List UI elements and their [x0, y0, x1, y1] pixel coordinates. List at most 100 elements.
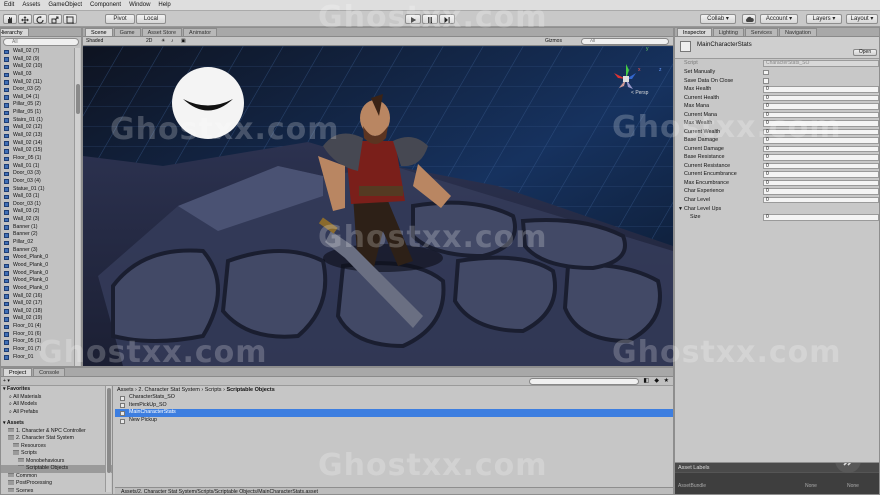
pause-button[interactable] — [422, 14, 438, 24]
hierarchy-item[interactable]: Door_03 (2) — [1, 86, 73, 94]
tab-services[interactable]: Services — [744, 28, 778, 36]
favorite-item[interactable]: ⌕ All Prefabs — [1, 409, 112, 417]
assets-header[interactable]: ▾ Assets — [1, 420, 112, 428]
hierarchy-search-input[interactable]: All — [3, 38, 79, 46]
lighting-toggle-icon[interactable]: ☀ — [161, 37, 165, 45]
move-tool-button[interactable] — [18, 14, 32, 24]
hierarchy-item[interactable]: Floor_01 (7) — [1, 346, 73, 354]
file-item[interactable]: CharacterStats_SO — [115, 394, 673, 402]
hierarchy-item[interactable]: Banner (1) — [1, 224, 73, 232]
breadcrumb-item[interactable]: Scriptable Objects — [226, 387, 274, 393]
folder-item[interactable]: Monobehaviours — [1, 457, 112, 466]
favorite-item[interactable]: ⌕ All Materials — [1, 394, 112, 402]
assetbundle-dropdown[interactable]: None — [805, 483, 817, 489]
variant-dropdown[interactable]: None — [847, 483, 859, 489]
foldout-arrow-icon[interactable]: ▼ — [678, 205, 683, 214]
menu-item-edit[interactable]: Edit — [4, 2, 14, 8]
folder-item[interactable]: Scripts — [1, 450, 112, 458]
folder-item[interactable]: Common — [1, 472, 112, 481]
field-value-input[interactable]: 0 — [763, 103, 879, 110]
menu-item-assets[interactable]: Assets — [22, 2, 40, 8]
field-value-input[interactable]: 0 — [763, 162, 879, 169]
menu-item-help[interactable]: Help — [158, 2, 170, 8]
hierarchy-item[interactable]: Banner (2) — [1, 231, 73, 239]
local-toggle[interactable]: Local — [136, 14, 166, 24]
favorite-item[interactable]: ⌕ All Models — [1, 401, 112, 409]
folder-item[interactable]: Scenes — [1, 487, 112, 495]
field-value-input[interactable]: 0 — [763, 188, 879, 195]
field-value-input[interactable]: 0 — [763, 86, 879, 93]
file-item[interactable]: MainCharacterStats — [115, 409, 673, 418]
hierarchy-item[interactable]: Floor_01 — [1, 354, 73, 362]
tab-animator[interactable]: Animator — [183, 28, 218, 36]
project-search-input[interactable] — [529, 378, 639, 385]
file-item[interactable]: New Pickup — [115, 417, 673, 425]
breadcrumb-item[interactable]: Assets — [117, 387, 134, 393]
size-field[interactable]: 0 — [763, 214, 879, 221]
cloud-button[interactable] — [742, 14, 756, 24]
rect-tool-button[interactable] — [63, 14, 77, 24]
hierarchy-item[interactable]: Wood_Plank_0 — [1, 262, 73, 270]
shading-mode-dropdown[interactable]: Shaded — [86, 37, 103, 45]
hierarchy-item[interactable]: Pillar_05 (1) — [1, 109, 73, 117]
audio-toggle-icon[interactable]: ♪ — [171, 37, 174, 45]
layout-dropdown[interactable]: Layout ▾ — [846, 14, 878, 24]
tab-inspector[interactable]: Inspector — [677, 28, 712, 36]
hierarchy-item[interactable]: Wall_04 (1) — [1, 94, 73, 102]
rotate-tool-button[interactable] — [33, 14, 47, 24]
scene-viewport[interactable]: < Persp x y z — [83, 46, 673, 366]
hierarchy-item[interactable]: Wall_02 (17) — [1, 300, 73, 308]
hierarchy-scrollbar[interactable] — [74, 48, 80, 366]
hierarchy-item[interactable]: Floor_01 (6) — [1, 331, 73, 339]
hierarchy-scroll-thumb[interactable] — [76, 84, 80, 114]
hierarchy-item[interactable]: Wall_03 (1) — [1, 193, 73, 201]
hierarchy-item[interactable]: Floor_05 (1) — [1, 338, 73, 346]
menu-item-window[interactable]: Window — [129, 2, 150, 8]
account-dropdown[interactable]: Account ▾ — [760, 14, 798, 24]
create-dropdown[interactable]: + ▾ — [3, 378, 10, 384]
menu-item-gameobject[interactable]: GameObject — [48, 2, 82, 8]
hierarchy-item[interactable]: Wall_01 (1) — [1, 163, 73, 171]
gizmos-dropdown[interactable]: Gizmos — [545, 37, 562, 45]
field-checkbox[interactable] — [763, 78, 769, 84]
folder-item[interactable]: PostProcessing — [1, 480, 112, 488]
field-value-input[interactable]: 0 — [763, 128, 879, 135]
persp-label[interactable]: < Persp — [631, 90, 648, 96]
scene-search-input[interactable]: All — [581, 38, 669, 45]
folder-item[interactable]: 2. Character Stat System — [1, 435, 112, 443]
hierarchy-item[interactable]: Wall_02 (19) — [1, 315, 73, 323]
field-value-input[interactable]: 0 — [763, 120, 879, 127]
field-value-input[interactable]: 0 — [763, 145, 879, 152]
collab-dropdown[interactable]: Collab ▾ — [700, 14, 736, 24]
hierarchy-item[interactable]: Wall_02 (14) — [1, 140, 73, 148]
play-button[interactable] — [405, 14, 421, 24]
level-ups-row[interactable]: ▼ Char Level Ups — [675, 205, 879, 214]
hierarchy-item[interactable]: Door_03 (1) — [1, 201, 73, 209]
filter-label-icon[interactable]: ◆ — [654, 377, 659, 384]
project-tree-scrollbar[interactable] — [105, 386, 111, 492]
hierarchy-item[interactable]: Stairs_01 (1) — [1, 117, 73, 125]
field-value-input[interactable]: 0 — [763, 179, 879, 186]
project-tree-scroll-thumb[interactable] — [107, 388, 111, 473]
next-arrow-button[interactable] — [835, 463, 861, 473]
hierarchy-item[interactable]: Wall_02 (7) — [1, 48, 73, 56]
hierarchy-item[interactable]: Wood_Plank_0 — [1, 285, 73, 293]
hierarchy-item[interactable]: Wall_02 (16) — [1, 293, 73, 301]
tab-navigation[interactable]: Navigation — [779, 28, 817, 36]
step-button[interactable] — [439, 14, 455, 24]
hierarchy-item[interactable]: Wall_02 (15) — [1, 147, 73, 155]
pivot-toggle[interactable]: Pivot — [105, 14, 135, 24]
field-checkbox[interactable] — [763, 69, 769, 75]
field-value-input[interactable]: 0 — [763, 94, 879, 101]
hierarchy-item[interactable]: Wood_Plank_0 — [1, 254, 73, 262]
open-button[interactable]: Open — [853, 49, 877, 56]
hierarchy-item[interactable]: Wall_02 (9) — [1, 56, 73, 64]
hierarchy-item[interactable]: Wall_02 (3) — [1, 216, 73, 224]
hierarchy-item[interactable]: Wall_02 (10) — [1, 63, 73, 71]
breadcrumb-item[interactable]: Scripts — [205, 387, 222, 393]
hierarchy-item[interactable]: Pillar_02 — [1, 239, 73, 247]
field-value-input[interactable]: 0 — [763, 111, 879, 118]
field-value-input[interactable]: 0 — [763, 137, 879, 144]
hierarchy-item[interactable]: Wall_02 (11) — [1, 79, 73, 87]
favorites-header[interactable]: ▾ Favorites — [1, 386, 112, 394]
